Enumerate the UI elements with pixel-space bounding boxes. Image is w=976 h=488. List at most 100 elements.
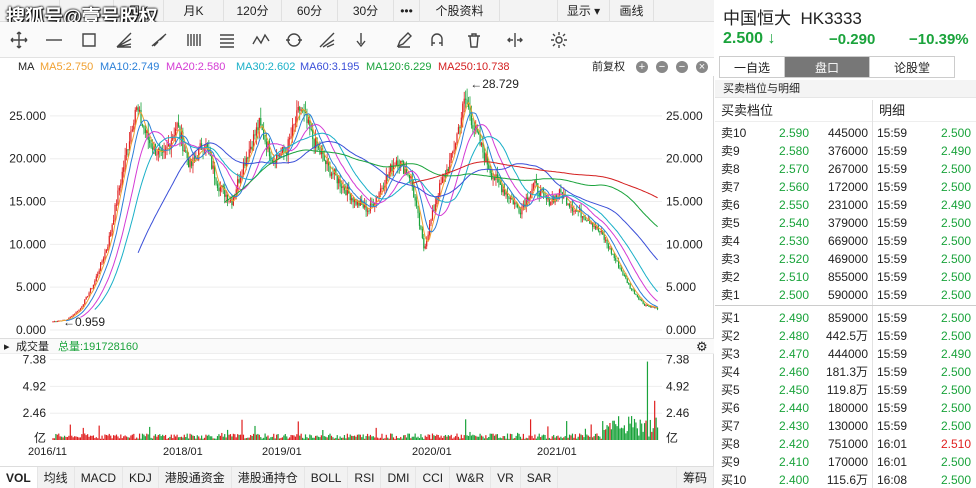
candle-body — [94, 280, 96, 285]
volume-bar — [137, 438, 139, 440]
candle-body — [176, 122, 178, 129]
volume-bar — [352, 435, 354, 440]
volume-bar — [154, 434, 157, 440]
period-tab-8[interactable]: 个股资料 — [420, 0, 500, 22]
trash-icon[interactable] — [465, 31, 483, 49]
volume-bar — [128, 437, 131, 440]
tab-forum[interactable]: 论股堂 — [869, 56, 955, 78]
volume-bar — [274, 438, 276, 440]
level-label: 买7 — [721, 419, 740, 433]
candle-body — [150, 143, 152, 148]
period-tab-7[interactable]: ••• — [394, 0, 420, 22]
volume-bar — [596, 433, 598, 440]
split-icon[interactable] — [506, 31, 524, 49]
minus-circle-icon-2[interactable]: − — [676, 61, 688, 73]
volume-bar — [492, 433, 494, 440]
period-tab-11[interactable]: 画线 — [610, 0, 654, 22]
period-tab-10[interactable]: 显示 ▾ — [558, 0, 610, 22]
period-tab-6[interactable]: 30分 — [338, 0, 394, 22]
period-tab-3[interactable]: 月K — [164, 0, 224, 22]
indicator-tab-8[interactable]: DMI — [381, 467, 417, 488]
volume-bar — [428, 434, 431, 440]
plus-circle-icon[interactable]: + — [636, 61, 648, 73]
candle-body — [642, 301, 644, 304]
candle-body — [456, 133, 458, 144]
horizontal-line-icon[interactable] — [45, 31, 63, 49]
indicator-tab-9[interactable]: CCI — [416, 467, 451, 488]
candle-body — [417, 205, 419, 214]
volume-bar — [173, 434, 175, 440]
indicator-tab-7[interactable]: RSI — [348, 467, 382, 488]
crosshair-icon[interactable] — [10, 31, 28, 49]
indicator-tab-2[interactable]: MACD — [75, 467, 124, 488]
indicator-tab-12[interactable]: SAR — [521, 467, 559, 488]
candle-body — [499, 182, 501, 185]
price-adjust-select[interactable]: 前复权 — [592, 58, 625, 76]
cycle-icon[interactable] — [285, 31, 303, 49]
volume-bar — [642, 431, 644, 440]
indicator-tab-1[interactable]: 均线 — [38, 467, 75, 488]
volume-bar — [610, 429, 612, 440]
vol-tick-left-2: 2.46 — [23, 406, 47, 420]
indicator-tab-5[interactable]: 港股通持仓 — [232, 467, 305, 488]
volume-bar — [195, 438, 197, 440]
volume-bar — [179, 437, 181, 440]
candle-body — [97, 274, 99, 277]
volume-bar — [607, 426, 610, 440]
tab-orderbook[interactable]: 盘口 — [784, 56, 870, 78]
level-price: 2.510 — [778, 270, 809, 284]
close-circle-icon[interactable]: × — [696, 61, 708, 73]
indicator-tab-0[interactable]: VOL — [0, 467, 38, 488]
indicator-tab-13[interactable]: 筹码 — [675, 467, 714, 488]
candle-body — [573, 210, 575, 212]
quote-panel: 中国恒大 HK3333 2.500 ↓ −0.290 −10.39% 一自选 盘… — [715, 0, 976, 488]
candle-body — [156, 154, 158, 156]
candle-body — [535, 180, 537, 184]
volume-bar — [147, 434, 149, 440]
text-box-icon[interactable] — [218, 31, 236, 49]
level-price: 2.550 — [778, 198, 809, 212]
rectangle-icon[interactable] — [80, 31, 98, 49]
volume-bar — [430, 438, 432, 440]
volume-bar — [558, 437, 561, 440]
volume-settings-icon[interactable]: ⚙ — [696, 339, 708, 355]
candle-body — [104, 252, 106, 259]
volume-bar — [441, 437, 444, 440]
candle-body — [612, 253, 614, 255]
price-chart[interactable]: 0.000 0.000 5.000 5.000 10.000 10.000 15.000 15… — [0, 76, 714, 338]
level-price: 2.570 — [778, 162, 809, 176]
indicator-tab-6[interactable]: BOLL — [305, 467, 349, 488]
candle-body — [98, 270, 100, 275]
pencil-icon[interactable] — [395, 31, 413, 49]
level-price: 2.430 — [778, 419, 809, 433]
period-tab-4[interactable]: 120分 — [224, 0, 282, 22]
candle-body — [218, 188, 220, 192]
trend-line-icon[interactable] — [150, 31, 168, 49]
fan-icon[interactable] — [115, 31, 133, 49]
gann-icon[interactable] — [318, 31, 336, 49]
candle-body — [501, 184, 503, 193]
period-tab-9[interactable] — [500, 0, 558, 22]
indicator-tab-11[interactable]: VR — [491, 467, 521, 488]
volume-bar — [72, 437, 74, 440]
tab-watchlist[interactable]: 一自选 — [719, 56, 785, 78]
arrow-down-icon[interactable] — [352, 31, 370, 49]
candle-body — [336, 175, 338, 184]
level-label: 买8 — [721, 437, 740, 451]
wave-icon[interactable] — [252, 31, 270, 49]
app-window: 周K 月K 120分 60分 30分 ••• 个股资料 显示 ▾ 画线 搜狐号@壹号股权 MA M… — [0, 0, 976, 488]
volume-bar — [431, 433, 434, 440]
magnet-icon[interactable] — [428, 31, 446, 49]
indicator-tab-3[interactable]: KDJ — [123, 467, 159, 488]
candle-body — [643, 303, 646, 306]
indicator-tab-10[interactable]: W&R — [450, 467, 492, 488]
volume-chart[interactable]: 7.38 7.38 4.92 4.92 2.46 2.46 亿 亿 — [0, 354, 714, 444]
candle-body — [590, 223, 592, 225]
minus-circle-icon[interactable]: − — [656, 61, 668, 73]
period-tab-5[interactable]: 60分 — [282, 0, 338, 22]
indicator-tab-4[interactable]: 港股通资金 — [159, 467, 232, 488]
volume-bar — [411, 436, 413, 440]
volume-bar — [449, 436, 451, 440]
settings-icon[interactable] — [550, 31, 568, 49]
parallel-lines-icon[interactable] — [185, 31, 203, 49]
